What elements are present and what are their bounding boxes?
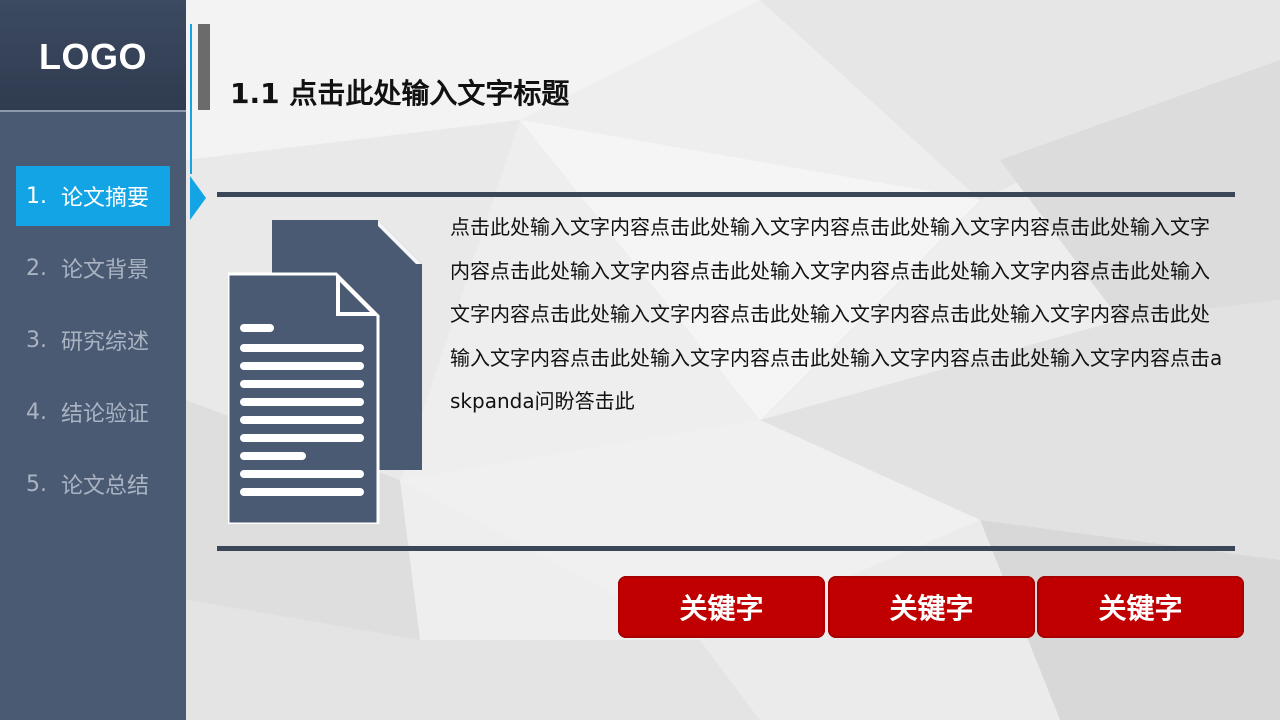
keyword-button[interactable]: 关键字 bbox=[1037, 576, 1244, 638]
body-text: 点击此处输入文字内容点击此处输入文字内容点击此处输入文字内容点击此处输入文字内容… bbox=[450, 215, 1223, 413]
nav-item-summary[interactable]: 5. 论文总结 bbox=[16, 454, 170, 514]
nav-item-background[interactable]: 2. 论文背景 bbox=[16, 238, 170, 298]
content-divider-bottom bbox=[217, 546, 1235, 551]
nav-item-label: 论文摘要 bbox=[61, 186, 150, 211]
nav-item-label: 论文背景 bbox=[61, 258, 150, 283]
nav-item-label: 结论验证 bbox=[61, 402, 150, 427]
page-title: 1.1 点击此处输入文字标题 bbox=[230, 77, 570, 110]
nav-item-number: 5. bbox=[26, 471, 47, 497]
triangle-right-icon bbox=[190, 176, 206, 220]
logo-area: LOGO bbox=[0, 0, 186, 112]
nav-item-number: 1. bbox=[26, 183, 47, 209]
nav-item-label: 研究综述 bbox=[61, 330, 150, 355]
nav-item-abstract[interactable]: 1. 论文摘要 bbox=[16, 166, 170, 226]
keyword-group: 关键字 关键字 关键字 bbox=[618, 576, 1244, 638]
keyword-button[interactable]: 关键字 bbox=[618, 576, 825, 638]
keyword-button[interactable]: 关键字 bbox=[828, 576, 1035, 638]
logo-text: LOGO bbox=[39, 36, 147, 77]
content-divider-top bbox=[217, 192, 1235, 197]
accent-vertical-line bbox=[190, 24, 192, 174]
nav-item-label: 论文总结 bbox=[61, 474, 150, 499]
nav-item-conclusion[interactable]: 4. 结论验证 bbox=[16, 382, 170, 442]
sidebar-nav: 1. 论文摘要 2. 论文背景 3. 研究综述 4. 结论验证 5. 论文总结 bbox=[16, 166, 170, 526]
nav-item-number: 3. bbox=[26, 327, 47, 353]
document-stack-icon bbox=[228, 220, 422, 524]
title-accent-bar bbox=[198, 24, 210, 110]
nav-item-number: 2. bbox=[26, 255, 47, 281]
nav-item-number: 4. bbox=[26, 399, 47, 425]
sidebar: LOGO 1. 论文摘要 2. 论文背景 3. 研究综述 4. 结论验证 5. … bbox=[0, 0, 186, 720]
nav-item-review[interactable]: 3. 研究综述 bbox=[16, 310, 170, 370]
